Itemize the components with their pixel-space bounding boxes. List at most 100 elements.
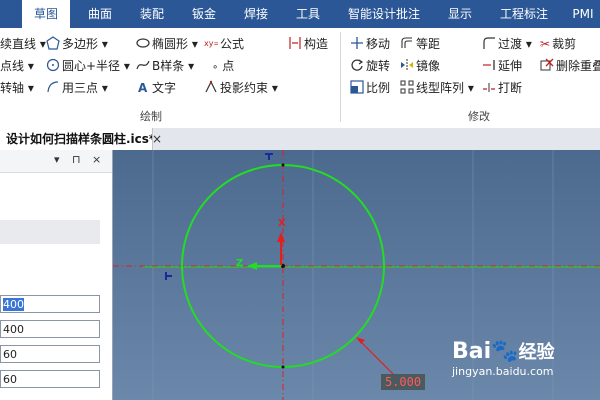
tool-offset[interactable]: 等距 — [400, 34, 440, 54]
tool-linear-array[interactable]: 线型阵列 ▾ — [400, 78, 474, 98]
fillet-icon — [483, 37, 495, 49]
tool-label: 旋转 — [366, 59, 391, 73]
paw-icon: 🐾 — [491, 339, 519, 364]
array-icon — [400, 80, 414, 94]
ribbon-divider — [340, 32, 341, 122]
dimension-leader[interactable] — [357, 338, 396, 377]
delete-overlap-icon — [540, 58, 554, 71]
circle-bottom-point[interactable] — [281, 365, 285, 369]
tool-label: 删除重叠 — [556, 59, 600, 73]
move-icon — [351, 37, 363, 49]
menu-surface[interactable]: 曲面 — [78, 0, 122, 28]
panel-pin-icon[interactable]: ⊓ — [72, 153, 81, 166]
tool-rotate-axis[interactable]: 转轴 ▾ — [0, 78, 34, 98]
property-panel: ▾ ⊓ × 400 400 60 60 — [0, 150, 113, 400]
extend-icon — [483, 60, 495, 70]
menu-dimension[interactable]: 工程标注 — [490, 0, 558, 28]
arc-icon — [47, 81, 59, 93]
tool-scale[interactable]: 比例 — [350, 78, 390, 98]
tool-delete-overlap[interactable]: 删除重叠 — [540, 56, 600, 76]
tool-label: 点 — [222, 59, 235, 73]
tool-mirror[interactable]: 镜像 — [400, 56, 440, 76]
tool-label: 多边形 — [62, 37, 99, 51]
dropdown-icon: ▾ — [39, 37, 46, 51]
menu-smart-design[interactable]: 智能设计批注 — [338, 0, 430, 28]
panel-menu-icon[interactable]: ▾ — [54, 153, 60, 166]
document-tab-strip: 设计如何扫描样条圆柱.ics* × — [0, 128, 600, 151]
menu-pmi[interactable]: PMI — [566, 0, 600, 28]
dropdown-icon: ▾ — [188, 59, 195, 73]
value-field-2[interactable]: 400 — [0, 320, 100, 338]
tool-project-constraint[interactable]: 投影约束 ▾ — [204, 78, 278, 98]
tool-point[interactable]: ∘ 点 — [212, 56, 234, 76]
dropdown-icon: ▾ — [101, 81, 108, 95]
tool-label: 延伸 — [498, 59, 523, 73]
tool-label: 裁剪 — [552, 37, 577, 51]
offset-icon — [401, 37, 412, 48]
tool-label: 移动 — [366, 37, 391, 51]
rotate-icon — [351, 59, 364, 71]
dimension-arrowhead — [356, 337, 365, 344]
tool-label: 椭圆形 — [152, 37, 189, 51]
tool-label: 线型阵列 — [416, 81, 465, 95]
tool-extend[interactable]: 延伸 — [482, 56, 522, 76]
mirror-icon — [401, 59, 413, 71]
tool-break[interactable]: 打断 — [482, 78, 522, 98]
tool-continuous-line[interactable]: 续直线 ▾ — [0, 34, 46, 54]
tool-trim[interactable]: ✂ 裁剪 — [540, 34, 576, 54]
dropdown-icon: ▾ — [27, 59, 34, 73]
tool-fillet[interactable]: 过渡 ▾ — [482, 34, 532, 54]
dimension-value-label[interactable]: 5.000 — [381, 374, 425, 390]
tool-label: 续直线 — [0, 37, 37, 51]
svg-text:xy=: xy= — [204, 39, 218, 48]
tool-label: 构造 — [304, 37, 329, 51]
menu-assembly[interactable]: 装配 — [130, 0, 174, 28]
dropdown-icon: ▾ — [123, 59, 130, 73]
tool-text[interactable]: A 文字 — [136, 78, 176, 98]
circle-icon — [46, 58, 60, 72]
menu-display[interactable]: 显示 — [438, 0, 482, 28]
top-constraint-marker[interactable] — [265, 153, 273, 160]
menu-bar: 草图 曲面 装配 钣金 焊接 工具 智能设计批注 显示 工程标注 PMI — [0, 0, 600, 28]
circle-top-point[interactable] — [281, 163, 285, 167]
tool-construct[interactable]: 构造 — [288, 34, 328, 54]
value-field-4[interactable]: 60 — [0, 370, 100, 388]
tool-dotted-line[interactable]: 点线 ▾ — [0, 56, 34, 76]
polygon-icon — [46, 36, 60, 50]
menu-sketch[interactable]: 草图 — [22, 0, 70, 28]
tool-move[interactable]: 移动 — [350, 34, 390, 54]
document-tab[interactable]: 设计如何扫描样条圆柱.ics* — [0, 128, 153, 150]
left-constraint-marker[interactable] — [165, 272, 172, 280]
dropdown-icon: ▾ — [271, 81, 278, 95]
tool-three-points[interactable]: 用三点 ▾ — [46, 78, 108, 98]
svg-text:A: A — [138, 81, 148, 94]
value-field-1[interactable]: 400 — [0, 295, 100, 313]
tool-label: 点线 — [0, 59, 25, 73]
tool-label: 用三点 — [62, 81, 99, 95]
menu-tools[interactable]: 工具 — [286, 0, 330, 28]
watermark: Bai🐾经验 jingyan.baidu.com — [452, 339, 555, 379]
tool-label: 转轴 — [0, 81, 25, 95]
tool-bspline[interactable]: B样条 ▾ — [136, 56, 194, 76]
tool-label: 公式 — [220, 37, 245, 51]
group-label-draw: 绘制 — [140, 110, 162, 123]
tool-polygon[interactable]: 多边形 ▾ — [46, 34, 108, 54]
tool-circle-center-radius[interactable]: 圆心+半径 ▾ — [46, 56, 130, 76]
panel-close-icon[interactable]: × — [92, 153, 101, 166]
value-field-3[interactable]: 60 — [0, 345, 100, 363]
tool-ellipse[interactable]: 椭圆形 ▾ — [136, 34, 198, 54]
watermark-url: jingyan.baidu.com — [452, 365, 554, 378]
break-icon — [483, 83, 495, 92]
tool-rotate[interactable]: 旋转 — [350, 56, 390, 76]
close-tab-icon[interactable]: × — [152, 128, 162, 150]
x-axis-arrowhead — [277, 232, 285, 242]
panel-header: ▾ ⊓ × — [0, 150, 112, 173]
ribbon: 续直线 ▾ 点线 ▾ 转轴 ▾ 多边形 ▾ 圆心+半径 ▾ 用三点 ▾ 椭圆形 … — [0, 28, 600, 129]
tool-label: 圆心+半径 — [62, 59, 121, 73]
menu-welding[interactable]: 焊接 — [234, 0, 278, 28]
ellipse-icon — [136, 38, 150, 48]
watermark-brand-text: Bai — [452, 339, 492, 364]
tool-formula[interactable]: xy= 公式 — [204, 34, 244, 54]
menu-sheetmetal[interactable]: 钣金 — [182, 0, 226, 28]
dropdown-icon: ▾ — [467, 81, 474, 95]
